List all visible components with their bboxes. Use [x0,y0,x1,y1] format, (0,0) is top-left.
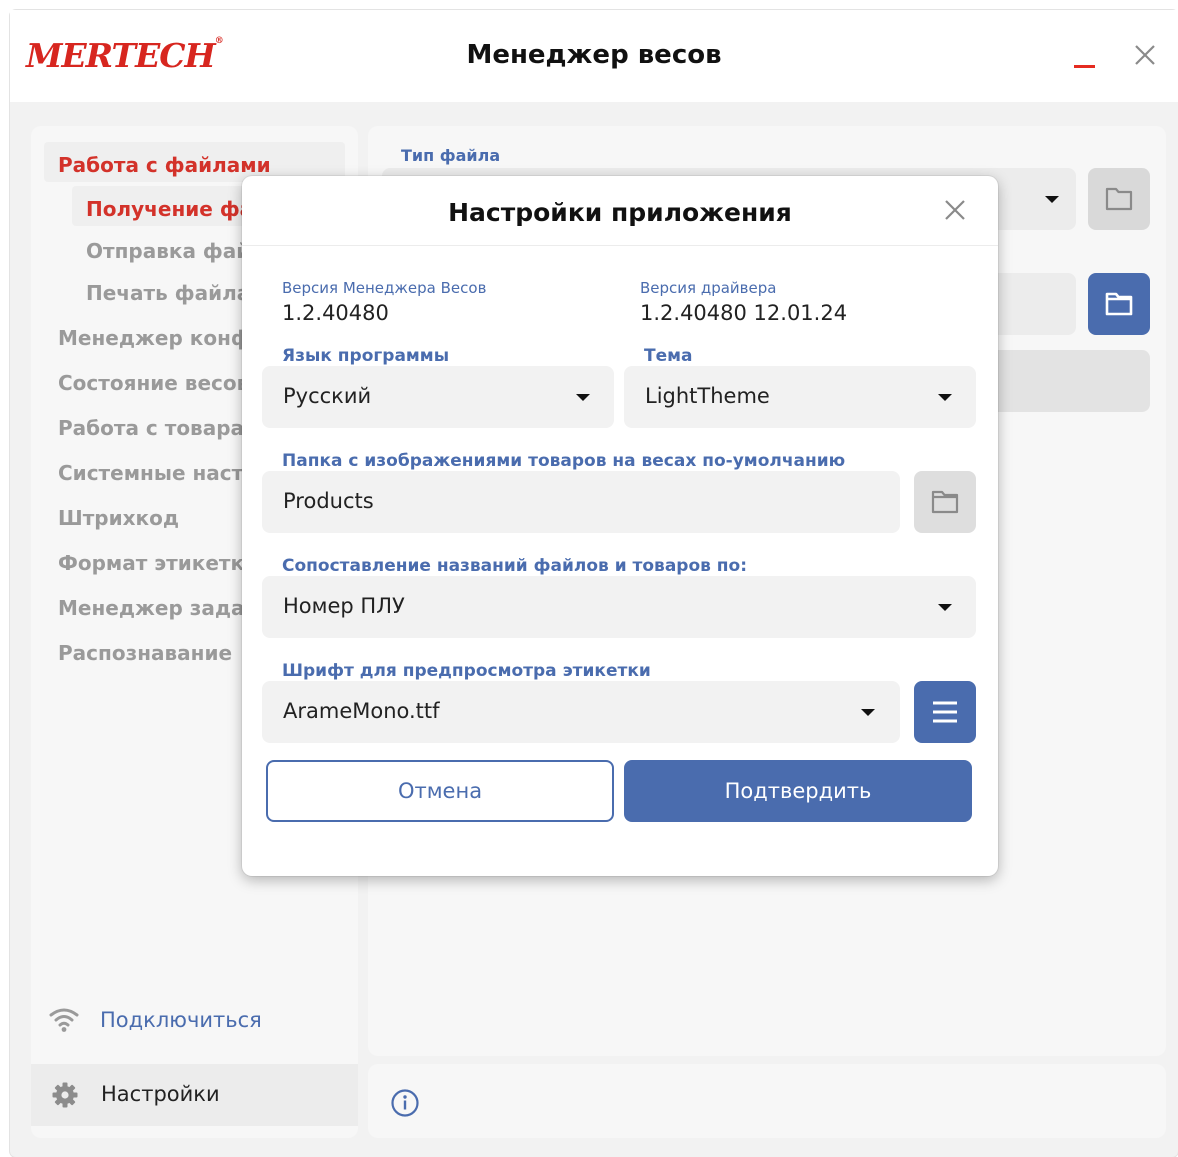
font-menu-button[interactable] [914,681,976,743]
status-bar [368,1064,1166,1138]
settings-button[interactable]: Настройки [31,1064,358,1126]
manager-version-value: 1.2.40480 [282,301,389,325]
folder-icon [1105,292,1133,316]
minimize-button[interactable] [1074,65,1095,68]
sidebar-item-label-format[interactable]: Формат этикетки [58,551,258,575]
gear-icon [52,1082,78,1108]
menu-icon [933,701,957,723]
images-folder-browse-button[interactable] [914,471,976,533]
images-folder-value: Products [283,489,374,513]
sidebar-item-scale-status[interactable]: Состояние весов [58,371,249,395]
chevron-down-icon [576,394,590,401]
settings-dialog: Настройки приложения Версия Менеджера Ве… [242,176,998,876]
sidebar-item-receive-file[interactable]: Получение фай [86,197,267,221]
dialog-divider [242,245,998,246]
font-label: Шрифт для предпросмотра этикетки [282,661,651,681]
title-bar: MERTECH® Менеджер весов [10,10,1178,102]
window-close-button[interactable] [1128,38,1162,72]
file-type-label: Тип файла [401,146,501,165]
sidebar-item-task-manager[interactable]: Менеджер задач [58,596,258,620]
language-label: Язык программы [282,346,450,366]
language-select[interactable]: Русский [262,366,614,428]
app-window: MERTECH® Менеджер весов Работа с файлами… [10,10,1178,1157]
file-type-folder-button[interactable] [1088,168,1150,230]
language-value: Русский [283,384,372,408]
theme-select[interactable]: LightTheme [624,366,976,428]
chevron-down-icon [938,604,952,611]
dialog-title: Настройки приложения [448,198,792,227]
theme-label: Тема [644,346,693,366]
close-icon [1135,45,1155,65]
info-icon[interactable] [390,1088,420,1118]
confirm-button[interactable]: Подтвердить [624,760,972,822]
sidebar-item-products[interactable]: Работа с товарам [58,416,260,440]
close-icon [945,200,965,220]
mapping-value: Номер ПЛУ [283,594,405,618]
theme-value: LightTheme [645,384,770,408]
driver-version-value: 1.2.40480 12.01.24 [640,301,848,325]
manager-version-label: Версия Менеджера Весов [282,279,487,297]
folder-icon [931,490,959,514]
font-select[interactable]: ArameMono.ttf [262,681,900,743]
cancel-button[interactable]: Отмена [266,760,614,822]
sidebar-item-recognition[interactable]: Распознавание [58,641,232,665]
chevron-down-icon [938,394,952,401]
app-title: Менеджер весов [466,40,722,70]
dialog-close-button[interactable] [937,192,973,228]
sidebar-item-send-file[interactable]: Отправка файл [86,239,265,263]
font-value: ArameMono.ttf [283,699,440,723]
path-folder-button[interactable] [1088,273,1150,335]
mapping-select[interactable]: Номер ПЛУ [262,576,976,638]
sidebar-item-print-file[interactable]: Печать файла [86,281,250,305]
sidebar-item-config-manager[interactable]: Менеджер конфи [58,326,265,350]
sidebar-item-file-work[interactable]: Работа с файлами [58,153,271,177]
driver-version-label: Версия драйвера [640,279,777,297]
mapping-label: Сопоставление названий файлов и товаров … [282,556,748,576]
wifi-icon [49,1008,79,1032]
connect-label: Подключиться [100,1008,262,1032]
images-folder-field[interactable]: Products [262,471,900,533]
sidebar-item-barcode[interactable]: Штрихкод [58,506,179,530]
settings-label: Настройки [101,1082,220,1106]
chevron-down-icon [861,709,875,716]
chevron-down-icon [1045,196,1059,203]
images-folder-label: Папка с изображениями товаров на весах п… [282,451,846,471]
folder-icon [1105,187,1133,211]
sidebar-item-system-settings[interactable]: Системные настр [58,461,258,485]
